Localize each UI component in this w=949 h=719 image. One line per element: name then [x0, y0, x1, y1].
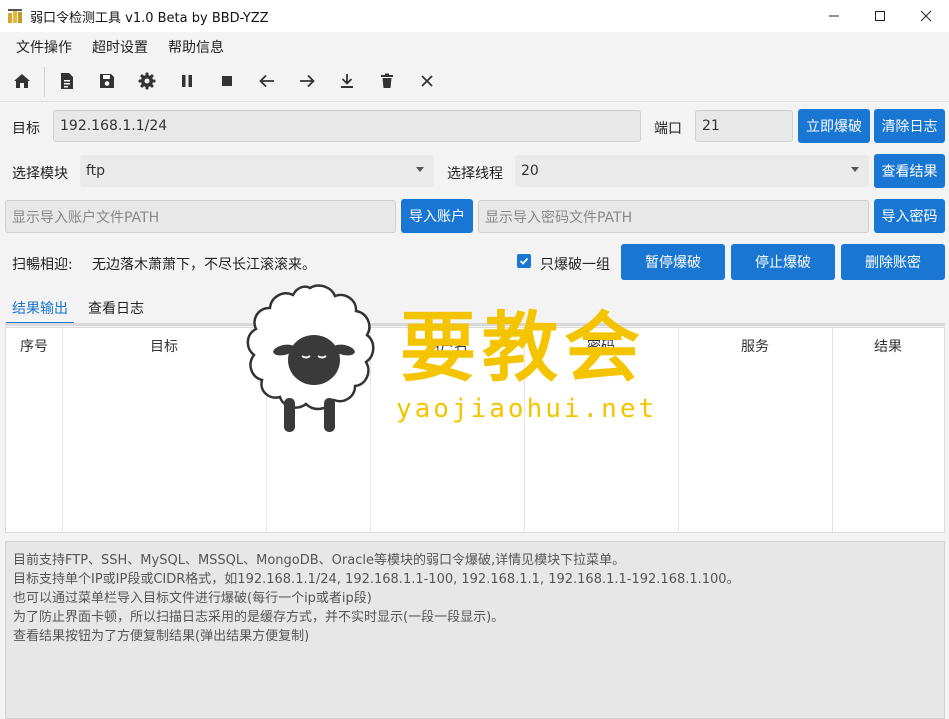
target-label: 目标	[12, 121, 40, 137]
column-header-username[interactable]: 用户名	[370, 328, 524, 364]
forward-button[interactable]	[295, 69, 319, 93]
document-icon	[61, 73, 73, 89]
log-line: 也可以通过菜单栏导入目标文件进行爆破(每行一个ip或者ip段)	[13, 591, 372, 606]
close-icon	[920, 10, 932, 22]
account-path-placeholder: 显示导入账户文件PATH	[12, 209, 160, 226]
save-icon	[100, 74, 114, 88]
target-value: 192.168.1.1/24	[60, 118, 168, 134]
home-button[interactable]	[10, 69, 34, 93]
pause-bruteforce-button[interactable]: 暂停爆破	[621, 244, 725, 280]
column-header-result[interactable]: 结果	[832, 328, 944, 364]
password-path-input[interactable]: 显示导入密码文件PATH	[478, 200, 869, 233]
column-header-index[interactable]: 序号	[6, 328, 62, 364]
clear-log-button[interactable]: 清除日志	[874, 109, 945, 143]
log-line: 目前支持FTP、SSH、MySQL、MSSQL、MongoDB、Oracle等模…	[13, 553, 626, 568]
module-label: 选择模块	[12, 166, 68, 182]
target-input[interactable]: 192.168.1.1/24	[53, 110, 641, 142]
menu-help[interactable]: 帮助信息	[168, 37, 224, 57]
import-account-button[interactable]: 导入账户	[401, 199, 473, 233]
view-results-button[interactable]: 查看结果	[874, 154, 945, 188]
delete-credentials-button[interactable]: 删除账密	[841, 244, 945, 280]
delete-button[interactable]	[375, 69, 399, 93]
pause-toolbar-button[interactable]	[175, 69, 199, 93]
menu-bar: 文件操作 超时设置 帮助信息	[0, 33, 949, 59]
save-button[interactable]	[95, 69, 119, 93]
stop-toolbar-button[interactable]	[215, 69, 239, 93]
port-value: 21	[702, 118, 720, 134]
title-bar: 弱口令检测工具 v1.0 Beta by BBD-YZZ	[0, 0, 949, 32]
column-header-password[interactable]: 密码	[524, 328, 678, 364]
results-table[interactable]: 序号 目标 端口 用户名 密码 服务 结果	[5, 327, 945, 533]
tab-bar: 结果输出 查看日志	[0, 292, 949, 326]
only-one-group-label: 只爆破一组	[540, 257, 610, 273]
minimize-icon	[829, 15, 839, 17]
stop-icon	[222, 76, 232, 86]
tab-divider	[5, 323, 945, 326]
arrow-right-icon	[300, 74, 315, 88]
start-bruteforce-button[interactable]: 立即爆破	[798, 109, 870, 143]
close-icon	[421, 75, 433, 87]
port-input[interactable]: 21	[695, 110, 793, 142]
password-path-placeholder: 显示导入密码文件PATH	[485, 209, 633, 226]
pause-icon	[182, 75, 192, 87]
threads-label: 选择线程	[447, 166, 503, 182]
toolbar-separator	[44, 67, 45, 97]
tab-results[interactable]: 结果输出	[12, 298, 68, 318]
tab-logs[interactable]: 查看日志	[88, 298, 144, 318]
close-toolbar-button[interactable]	[415, 69, 439, 93]
port-label: 端口	[654, 121, 682, 137]
log-output[interactable]: 目前支持FTP、SSH、MySQL、MSSQL、MongoDB、Oracle等模…	[5, 541, 945, 719]
menu-file[interactable]: 文件操作	[16, 37, 72, 57]
window-close-button[interactable]	[903, 0, 949, 32]
download-icon	[341, 74, 353, 88]
download-button[interactable]	[335, 69, 359, 93]
module-value: ftp	[86, 163, 106, 179]
trash-icon	[381, 73, 393, 88]
stop-bruteforce-button[interactable]: 停止爆破	[731, 244, 835, 280]
threads-select[interactable]: 20	[515, 155, 869, 187]
account-path-input[interactable]: 显示导入账户文件PATH	[5, 200, 396, 233]
scan-text: 无边落木萧萧下，不尽长江滚滚来。	[92, 257, 316, 273]
window-title: 弱口令检测工具 v1.0 Beta by BBD-YZZ	[30, 11, 269, 26]
maximize-button[interactable]	[857, 0, 903, 32]
column-header-port[interactable]: 端口	[266, 328, 370, 364]
chevron-down-icon	[851, 167, 859, 172]
home-icon	[14, 74, 30, 88]
document-button[interactable]	[55, 69, 79, 93]
menu-timeout[interactable]: 超时设置	[92, 37, 148, 57]
gear-icon	[138, 72, 156, 90]
maximize-icon	[875, 11, 885, 21]
module-select[interactable]: ftp	[80, 155, 434, 187]
scan-label: 扫暢相迎:	[12, 257, 73, 273]
column-header-service[interactable]: 服务	[678, 328, 832, 364]
log-line: 查看结果按钮为了方便复制结果(弹出结果方便复制)	[13, 629, 310, 644]
column-header-target[interactable]: 目标	[62, 328, 266, 364]
log-line: 为了防止界面卡顿，所以扫描日志采用的是缓存方式，并不实时显示(一段一段显示)。	[13, 610, 505, 625]
arrow-left-icon	[259, 74, 274, 88]
toolbar	[0, 61, 949, 102]
checkmark-icon	[519, 257, 529, 265]
back-button[interactable]	[255, 69, 279, 93]
only-one-group-checkbox[interactable]	[517, 254, 531, 268]
log-line: 目标支持单个IP或IP段或CIDR格式，如192.168.1.1/24, 192…	[13, 572, 740, 587]
app-icon	[8, 9, 22, 23]
minimize-button[interactable]	[811, 0, 857, 32]
import-password-button[interactable]: 导入密码	[874, 199, 945, 233]
chevron-down-icon	[416, 167, 424, 172]
settings-button[interactable]	[135, 69, 159, 93]
threads-value: 20	[521, 163, 539, 179]
